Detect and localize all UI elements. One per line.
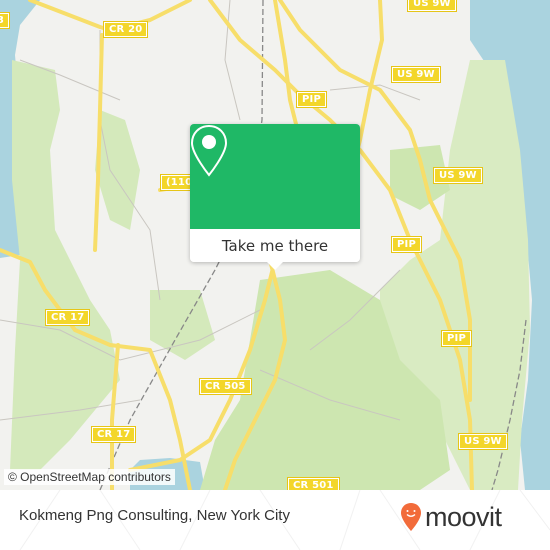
road-shield: CR 17: [44, 309, 91, 326]
moovit-pin-icon: [401, 503, 421, 531]
location-pin-icon: [190, 124, 228, 177]
map-attribution[interactable]: © OpenStreetMap contributors: [4, 469, 175, 485]
road-shield: CR 501: [287, 477, 340, 490]
road-shield: 3: [0, 12, 11, 29]
road-shield: PIP: [391, 236, 422, 253]
road-shield: US 9W: [407, 0, 457, 12]
map[interactable]: CR 20 US 9W US 9W PIP US 9W (110 PIP CR …: [0, 0, 550, 490]
location-popup: Take me there: [190, 124, 360, 270]
road-shield: CR 505: [199, 378, 252, 395]
footer: Kokmeng Png Consulting, New York City mo…: [0, 490, 550, 550]
road-shield: PIP: [441, 330, 472, 347]
take-me-there-button[interactable]: Take me there: [190, 229, 360, 262]
road-shield: CR 20: [102, 21, 149, 38]
place-name: Kokmeng Png Consulting, New York City: [19, 507, 290, 524]
road-shield: PIP: [296, 91, 327, 108]
moovit-logo[interactable]: moovit: [400, 502, 502, 532]
road-shield: US 9W: [458, 433, 508, 450]
popup-pointer: [267, 262, 283, 270]
road-shield: US 9W: [391, 66, 441, 83]
brand-name: moovit: [425, 502, 502, 532]
road-shield: CR 17: [90, 426, 137, 443]
popup-header: [190, 124, 360, 229]
park-cluster2: [150, 290, 215, 360]
road-shield: US 9W: [433, 167, 483, 184]
